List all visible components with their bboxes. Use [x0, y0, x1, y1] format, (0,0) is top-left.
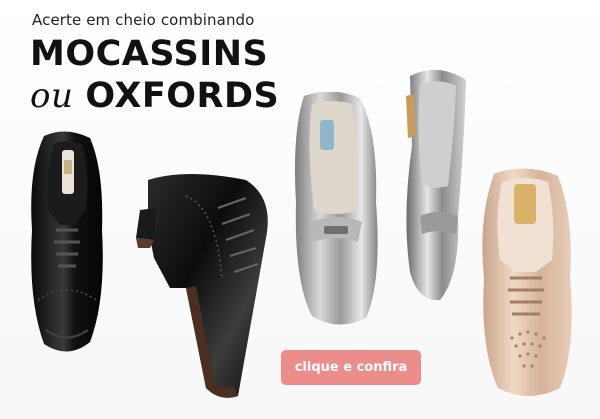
- headline-conjunction: ou: [30, 76, 74, 116]
- promo-banner: Acerte em cheio combinando MOCASSINS ou O…: [0, 0, 600, 419]
- headline-mocassins: MOCASSINS: [30, 34, 269, 74]
- headline-oxfords: OXFORDS: [85, 76, 280, 116]
- silver-slim-loafer-image[interactable]: [400, 66, 472, 304]
- headline-line-two: ou OXFORDS: [30, 76, 279, 116]
- clique-e-confira-button[interactable]: clique e confira: [281, 350, 421, 385]
- nude-oxford-image[interactable]: [476, 168, 576, 400]
- tagline: Acerte em cheio combinando: [32, 11, 255, 29]
- black-heeled-oxford-image[interactable]: [126, 168, 276, 403]
- silver-loafer-image[interactable]: [288, 92, 386, 327]
- black-oxford-shoe-image[interactable]: [26, 130, 108, 360]
